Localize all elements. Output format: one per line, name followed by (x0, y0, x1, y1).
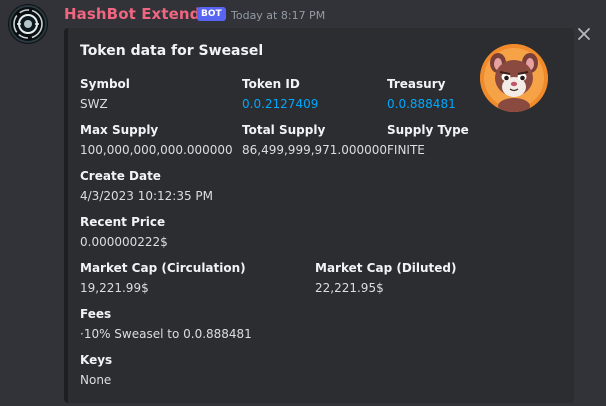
field-keys-name: Keys (80, 353, 113, 367)
field-market-cap-circulation: Market Cap (Circulation) 19,221.99$ (80, 260, 246, 296)
field-symbol-name: Symbol (80, 77, 130, 91)
field-token-id-name: Token ID (242, 77, 300, 91)
message-timestamp: Today at 8:17 PM (231, 9, 326, 22)
field-fees: Fees ·10% Sweasel to 0.0.888481 (80, 306, 252, 342)
discord-message: HashBot Extended BOT Today at 8:17 PM To… (0, 0, 606, 406)
embed-thumbnail[interactable] (480, 44, 548, 112)
field-total-supply-name: Total Supply (242, 123, 326, 137)
field-fees-value: ·10% Sweasel to 0.0.888481 (80, 327, 252, 341)
field-market-cap-circulation-name: Market Cap (Circulation) (80, 261, 246, 275)
field-fees-name: Fees (80, 307, 112, 321)
field-create-date-name: Create Date (80, 169, 161, 183)
treasury-link[interactable]: 0.0.888481 (387, 96, 456, 112)
bot-badge: BOT (197, 7, 226, 21)
field-max-supply: Max Supply 100,000,000,000.000000 (80, 122, 233, 158)
field-keys: Keys None (80, 352, 112, 388)
field-token-id: Token ID 0.0.2127409 (242, 76, 318, 112)
field-market-cap-circulation-value: 19,221.99$ (80, 281, 149, 295)
field-treasury-name: Treasury (387, 77, 446, 91)
field-symbol-value: SWZ (80, 97, 108, 111)
field-recent-price: Recent Price 0.000000222$ (80, 214, 168, 250)
field-supply-type: Supply Type FINITE (387, 122, 469, 158)
field-treasury: Treasury 0.0.888481 (387, 76, 456, 112)
field-total-supply: Total Supply 86,499,999,971.000000 (242, 122, 387, 158)
hashbot-avatar[interactable] (8, 4, 48, 44)
field-supply-type-value: FINITE (387, 143, 425, 157)
field-symbol: Symbol SWZ (80, 76, 130, 112)
sweasel-mascot-icon (480, 44, 548, 112)
token-id-link[interactable]: 0.0.2127409 (242, 96, 318, 112)
field-market-cap-diluted-value: 22,221.95$ (315, 281, 384, 295)
field-market-cap-diluted-name: Market Cap (Diluted) (315, 261, 457, 275)
field-create-date-value: 4/3/2023 10:12:35 PM (80, 189, 214, 203)
field-max-supply-value: 100,000,000,000.000000 (80, 143, 233, 157)
field-create-date: Create Date 4/3/2023 10:12:35 PM (80, 168, 213, 204)
field-recent-price-name: Recent Price (80, 215, 166, 229)
field-max-supply-name: Max Supply (80, 123, 159, 137)
token-embed: Token data for Sweasel Symbol SWZ Token … (64, 28, 574, 403)
field-supply-type-name: Supply Type (387, 123, 469, 137)
field-market-cap-diluted: Market Cap (Diluted) 22,221.95$ (315, 260, 457, 296)
field-total-supply-value: 86,499,999,971.000000 (242, 143, 388, 157)
field-recent-price-value: 0.000000222$ (80, 235, 168, 249)
field-keys-value: None (80, 373, 112, 387)
close-icon[interactable] (577, 26, 591, 40)
hashbot-logo-icon (9, 5, 47, 43)
embed-title: Token data for Sweasel (80, 43, 264, 59)
